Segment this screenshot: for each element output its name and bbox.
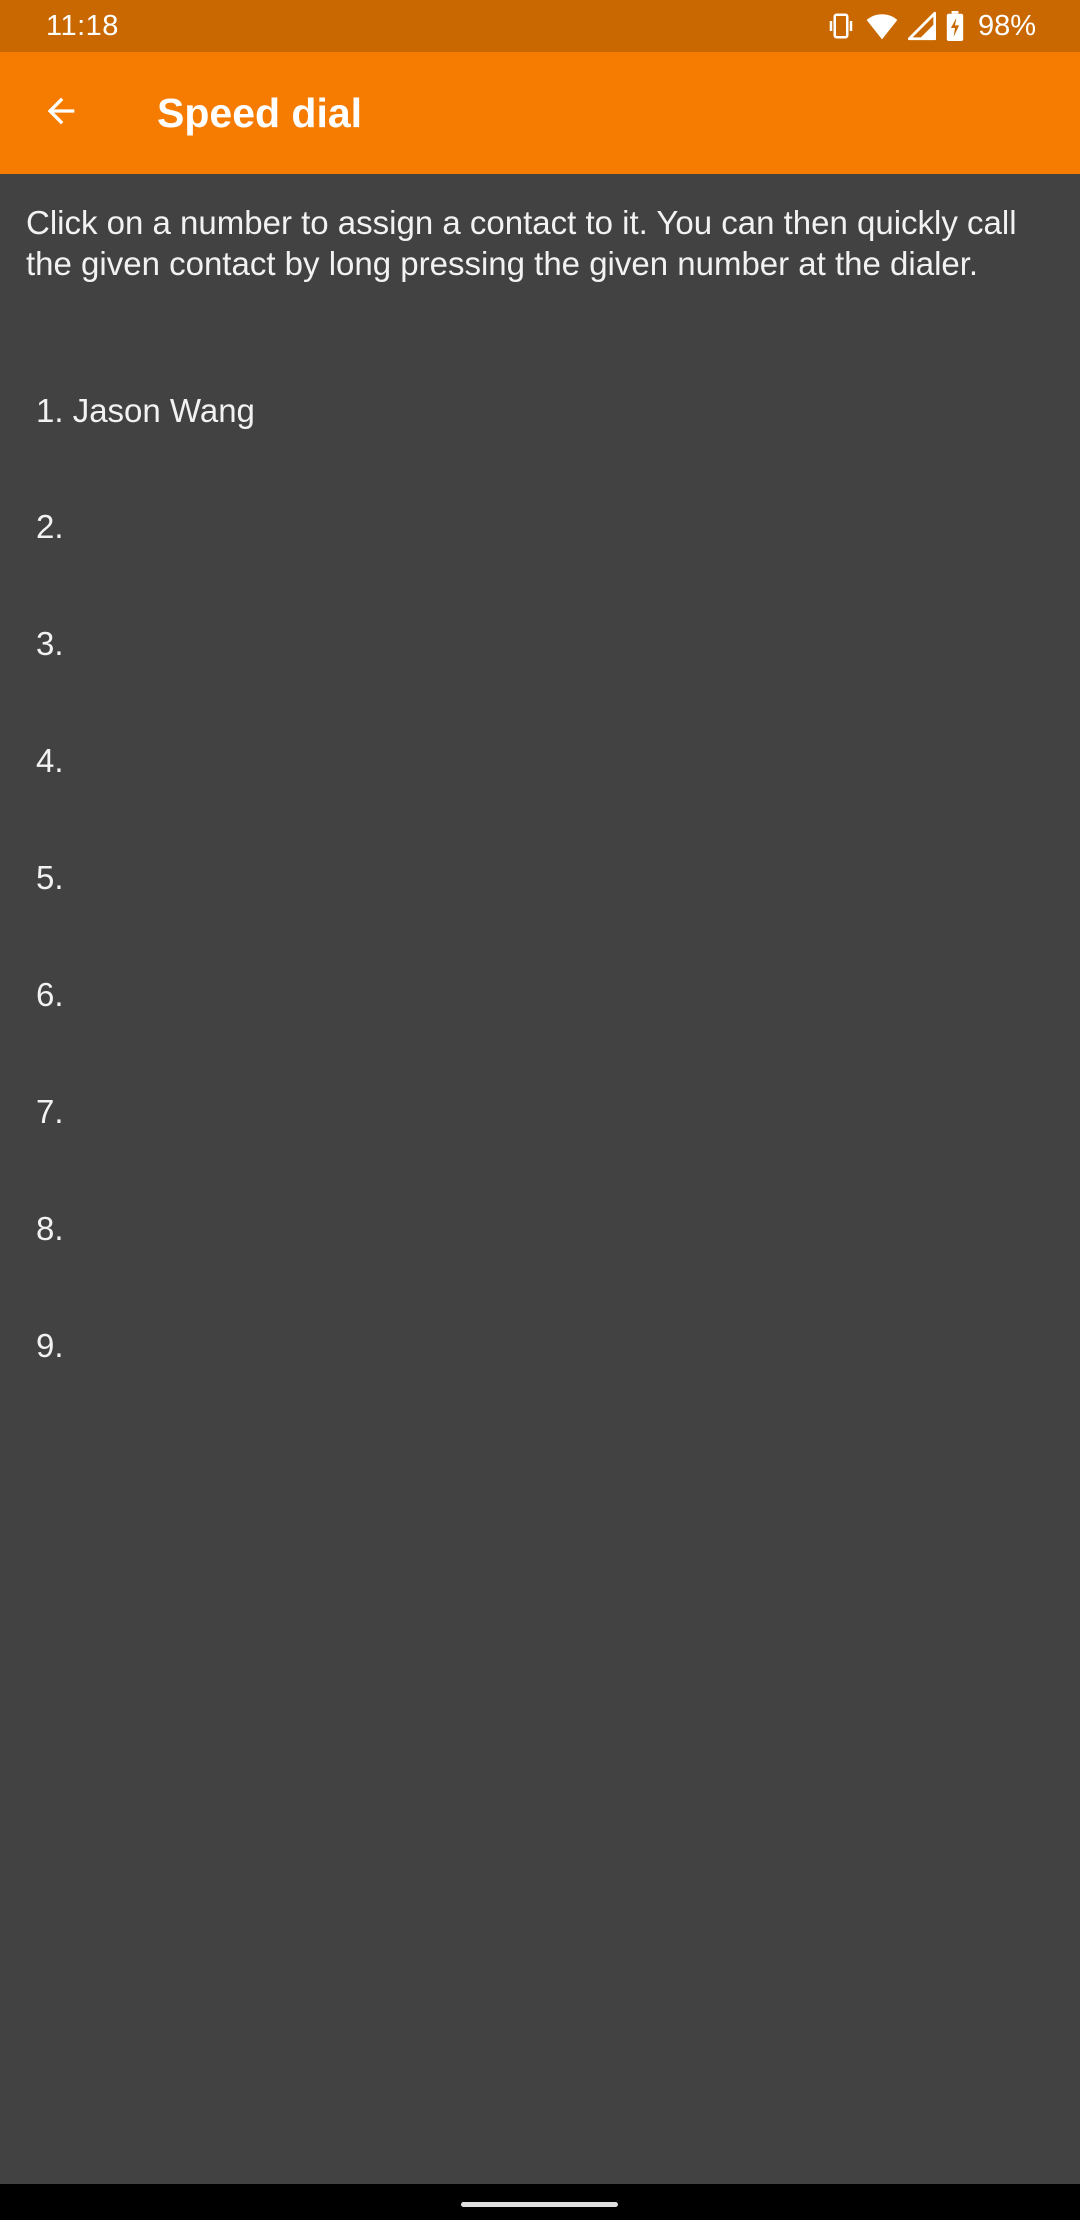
speed-dial-item-7[interactable]: 7.: [0, 1053, 1080, 1170]
speed-dial-item-4[interactable]: 4.: [0, 702, 1080, 819]
status-time: 11:18: [46, 9, 119, 42]
speed-dial-item-9[interactable]: 9.: [0, 1287, 1080, 1404]
speed-dial-item-2[interactable]: 2.: [0, 468, 1080, 585]
speed-dial-item-1[interactable]: 1. Jason Wang: [0, 354, 1080, 468]
page-title: Speed dial: [157, 89, 363, 136]
main-content: Click on a number to assign a contact to…: [0, 174, 1080, 2184]
home-handle[interactable]: [461, 2202, 618, 2207]
speed-dial-item-5[interactable]: 5.: [0, 819, 1080, 936]
speed-dial-item-3[interactable]: 3.: [0, 585, 1080, 702]
speed-dial-item-8[interactable]: 8.: [0, 1170, 1080, 1287]
battery-percentage: 98%: [977, 9, 1036, 42]
vibrate-icon: [826, 11, 856, 41]
description-text: Click on a number to assign a contact to…: [26, 204, 1017, 282]
speed-dial-list: 1. Jason Wang 2. 3. 4. 5. 6. 7. 8. 9.: [0, 354, 1080, 1404]
speed-dial-screen: 11:18 98% Speed dial Click on a number t…: [0, 0, 1080, 2220]
signal-icon: [907, 11, 936, 41]
app-bar: Speed dial: [0, 52, 1080, 174]
navigation-bar: [0, 2184, 1080, 2220]
speed-dial-item-6[interactable]: 6.: [0, 936, 1080, 1053]
battery-charging-icon: [946, 11, 964, 41]
status-icons: 98%: [826, 10, 1036, 43]
back-button[interactable]: [0, 52, 122, 174]
wifi-icon: [866, 11, 898, 41]
status-bar: 11:18 98%: [0, 0, 1080, 52]
arrow-back-icon: [41, 91, 81, 136]
